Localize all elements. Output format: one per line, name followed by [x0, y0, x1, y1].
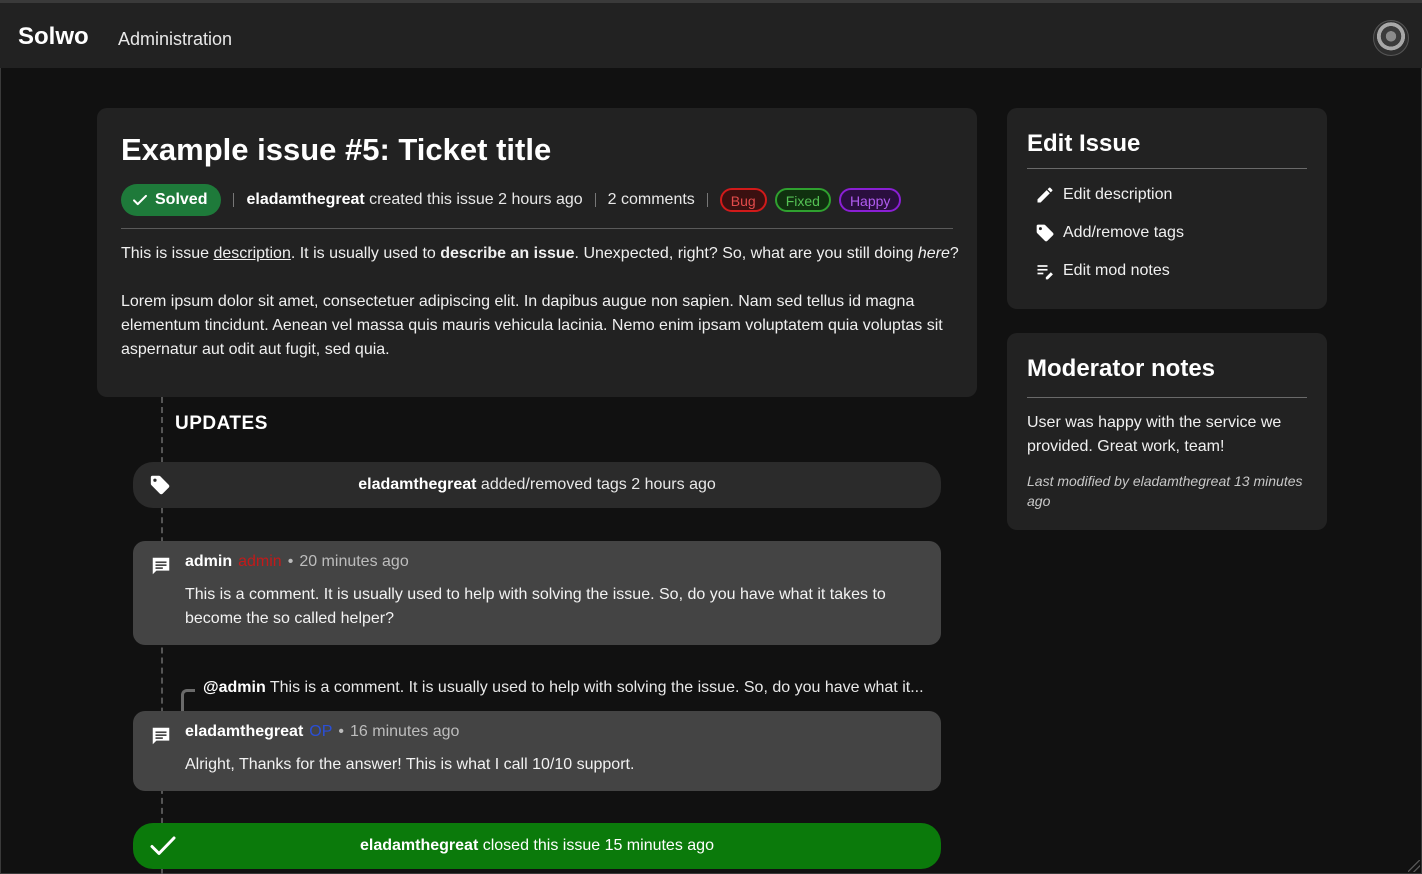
tag-bug: Bug — [719, 188, 767, 212]
event-user[interactable]: eladamthegreat — [360, 837, 478, 854]
moderator-notes-text: User was happy with the service we provi… — [1027, 414, 1282, 455]
comment-time: 20 minutes ago — [299, 553, 409, 570]
moderator-notes-title: Moderator notes — [1027, 355, 1216, 382]
desc-text: This is issue — [121, 245, 214, 262]
nav-administration-link[interactable]: Administration — [118, 29, 232, 50]
event-user[interactable]: eladamthegreat — [358, 476, 476, 493]
edit-issue-title: Edit Issue — [1027, 130, 1141, 157]
desc-text: . It is usually used to — [290, 245, 441, 262]
reply-connector — [181, 689, 195, 711]
tags-event-text: eladamthegreat added/removed tags 2 hour… — [133, 476, 941, 494]
status-badge-label: Solved — [155, 191, 208, 208]
comment-role-badge: admin — [238, 553, 282, 570]
closed-event: eladamthegreat closed this issue 15 minu… — [133, 823, 941, 869]
tags-update-event: eladamthegreat added/removed tags 2 hour… — [133, 462, 941, 508]
comment-role-badge: OP — [309, 723, 333, 740]
description-paragraph-1: This is issue description. It is usually… — [121, 242, 961, 266]
meta-separator — [233, 193, 235, 207]
edit-item-label: Edit mod notes — [1063, 262, 1170, 279]
moderator-notes-modified: Last modified by eladamthegreat 13 minut… — [1027, 473, 1303, 509]
pencil-icon — [1037, 187, 1053, 203]
issue-description: This is issue description. It is usually… — [121, 242, 961, 386]
comments-count: 2 comments — [607, 191, 695, 208]
meta-separator — [594, 193, 596, 207]
tag-icon — [1036, 224, 1054, 242]
reply-mention[interactable]: @admin — [203, 679, 266, 696]
comment-time: 16 minutes ago — [350, 723, 460, 740]
comment-dot: • — [287, 553, 294, 570]
comment-header: eladamthegreat OP • 16 minutes ago — [185, 723, 459, 741]
comment-icon — [150, 555, 172, 582]
comment-author[interactable]: admin — [185, 553, 232, 570]
status-badge: Solved — [121, 184, 222, 216]
desc-bold: describe an issue — [440, 245, 575, 262]
edit-item-label: Add/remove tags — [1063, 224, 1184, 241]
edit-notes-icon — [1037, 265, 1053, 280]
comment-dot: • — [338, 723, 344, 740]
reply-quote-text: This is a comment. It is usually used to… — [265, 679, 924, 696]
user-avatar[interactable] — [1373, 20, 1409, 56]
issue-card: Example issue #5: Ticket title Solved el… — [97, 108, 977, 397]
brand-logo[interactable]: Solwo — [18, 23, 89, 51]
add-remove-tags-button[interactable]: Add/remove tags — [1035, 223, 1184, 243]
description-paragraph-2: Lorem ipsum dolor sit amet, consectetuer… — [121, 293, 943, 358]
event-text: closed this issue 15 minutes ago — [478, 837, 714, 854]
edit-mod-notes-button[interactable]: Edit mod notes — [1035, 261, 1170, 281]
edit-issue-divider — [1027, 168, 1307, 169]
closed-event-text: eladamthegreat closed this issue 15 minu… — [133, 837, 941, 855]
issue-meta: Solved eladamthegreat created this issue… — [121, 184, 902, 216]
comment-body: This is a comment. It is usually used to… — [185, 586, 886, 627]
desc-text: . Unexpected, right? So, what are you st… — [574, 245, 918, 262]
tag-fixed: Fixed — [774, 188, 831, 212]
moderator-notes-card: Moderator notes User was happy with the … — [1007, 333, 1327, 530]
meta-separator — [706, 193, 708, 207]
comment-author[interactable]: eladamthegreat — [185, 723, 303, 740]
comment-card: admin admin • 20 minutes ago This is a comm… — [133, 541, 941, 645]
edit-description-button[interactable]: Edit description — [1035, 185, 1172, 205]
updates-heading: UPDATES — [175, 413, 268, 434]
issue-author[interactable]: eladamthegreat — [246, 191, 364, 208]
comment-header: admin admin • 20 minutes ago — [185, 553, 409, 571]
tag-happy: Happy — [838, 188, 902, 212]
check-icon — [133, 194, 147, 206]
resize-grip[interactable] — [1408, 860, 1420, 872]
issue-divider — [121, 228, 953, 229]
event-text: added/removed tags 2 hours ago — [476, 476, 716, 493]
issue-title: Example issue #5: Ticket title — [121, 132, 552, 167]
issue-created-info: eladamthegreat created this issue 2 hour… — [246, 191, 582, 209]
desc-italic: here — [917, 245, 950, 262]
comment-card: eladamthegreat OP • 16 minutes ago Alright,… — [133, 711, 941, 791]
top-navbar: Solwo Administration — [0, 0, 1422, 68]
desc-text: ? — [949, 245, 959, 262]
description-link[interactable]: description — [213, 245, 290, 262]
moderator-notes-divider — [1027, 397, 1307, 398]
edit-item-label: Edit description — [1063, 186, 1173, 203]
edit-issue-card: Edit Issue Edit description Add/remove t… — [1007, 108, 1327, 309]
issue-created-text: created this issue 2 hours ago — [364, 191, 583, 208]
reply-quote[interactable]: @admin This is a comment. It is usually … — [203, 679, 924, 697]
comment-icon — [150, 725, 172, 752]
comment-body: Alright, Thanks for the answer! This is … — [185, 756, 635, 773]
